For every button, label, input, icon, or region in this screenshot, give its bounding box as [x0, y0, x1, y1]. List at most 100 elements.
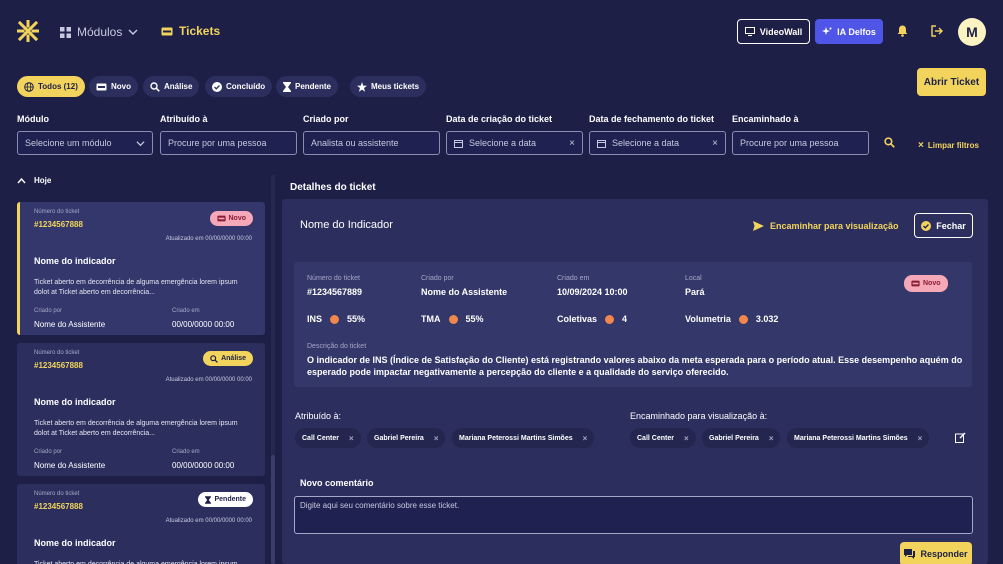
chat-icon [904, 549, 916, 559]
search-icon [150, 81, 160, 92]
comentario-textarea[interactable]: Digite aqui seu comentário sobre esse ti… [294, 496, 973, 534]
chevron-up-icon [17, 177, 26, 184]
atribuido-label: Atribuído à: [295, 411, 342, 421]
chip-label: Análise [164, 82, 193, 91]
modulo-select[interactable]: Selecione um módulo [17, 131, 153, 155]
metric-dot [605, 314, 615, 324]
limpar-filtros-button[interactable]: × Limpar filtros [918, 140, 979, 151]
ticket-card[interactable]: Número do ticket #1234567888 Análise Atu… [17, 343, 265, 476]
globe-icon [24, 81, 34, 92]
comentario-placeholder: Digite aqui seu comentário sobre esse ti… [300, 501, 460, 510]
metric-dot [448, 314, 458, 324]
chevron-down-icon [128, 27, 138, 37]
edit-icon[interactable] [955, 432, 966, 443]
info-num: #1234567889 [307, 287, 363, 297]
status-badge: Novo [209, 211, 253, 226]
created-at: 00/00/0000 00:00 [172, 461, 235, 470]
videowall-button[interactable]: VideoWall [737, 19, 810, 44]
atribuido-input[interactable]: Procure por uma pessoa [160, 131, 297, 155]
created-by-label: Criado por [34, 308, 63, 314]
list-scrollbar-thumb[interactable] [271, 455, 275, 564]
chip-meus-tickets[interactable]: Meus tickets [350, 76, 427, 97]
ticket-card[interactable]: Número do ticket #1234567888 Pendente At… [17, 484, 265, 564]
metric-tma: TMA 55% [421, 314, 484, 324]
search-icon[interactable] [884, 137, 895, 148]
assignee-chip[interactable]: Mariana Peterossi Martins Simões × [452, 428, 595, 448]
tickets-nav[interactable]: Tickets [161, 24, 220, 38]
ticket-number-label: Número do ticket [34, 209, 80, 215]
forwarded-chip[interactable]: Call Center × [630, 428, 696, 448]
logout-icon[interactable] [931, 25, 943, 37]
app-logo[interactable] [17, 20, 39, 42]
created-at-label: Criado em [172, 308, 200, 314]
check-circle-icon [212, 81, 222, 92]
bell-icon[interactable] [897, 25, 908, 37]
clear-icon[interactable]: × [569, 138, 575, 149]
ticket-number: #1234567888 [34, 502, 83, 511]
ticket-title: Nome do indicador [34, 256, 116, 266]
remove-icon[interactable]: × [684, 434, 689, 443]
check-circle-icon [921, 220, 932, 231]
chip-pendente[interactable]: Pendente [276, 76, 339, 97]
remove-icon[interactable]: × [918, 434, 923, 443]
clear-icon[interactable]: × [712, 138, 718, 149]
remove-icon[interactable]: × [434, 434, 439, 443]
criado-input[interactable]: Analista ou assistente [303, 131, 440, 155]
data-criacao-input[interactable]: Selecione a data × [446, 131, 583, 155]
data-criacao-filter-label: Data de criação do ticket [446, 114, 553, 124]
close-icon: × [918, 140, 924, 151]
ticket-description: Ticket aberto em decorrência de alguma e… [34, 279, 238, 296]
ticket-card[interactable]: Número do ticket #1234567888 Novo Atuali… [17, 202, 265, 335]
status-badge: Novo [904, 275, 948, 292]
forwarded-chip[interactable]: Mariana Peterossi Martins Simões × [787, 428, 930, 448]
data-criacao-placeholder: Selecione a data [469, 138, 537, 148]
chip-concluido[interactable]: Concluído [205, 76, 273, 97]
forwarded-chip[interactable]: Gabriel Pereira × [702, 428, 781, 448]
data-fechamento-input[interactable]: Selecione a data × [589, 131, 726, 155]
ticket-icon [161, 27, 173, 36]
card-icon [911, 280, 920, 287]
remove-icon[interactable]: × [769, 434, 774, 443]
updated-at: Atualizado em 00/00/0000 00:00 [165, 236, 252, 242]
created-by: Nome do Assistente [34, 461, 106, 470]
videowall-label: VideoWall [759, 26, 803, 37]
criado-placeholder: Analista ou assistente [311, 138, 399, 148]
tickets-label: Tickets [179, 24, 221, 38]
hourglass-icon [283, 81, 291, 92]
chip-analise[interactable]: Análise [143, 76, 200, 97]
metric-value: 3.032 [755, 314, 779, 324]
ia-delfos-button[interactable]: IA Delfos [815, 19, 883, 44]
sparkle-icon [822, 26, 832, 37]
fechar-button[interactable]: Fechar [914, 213, 973, 238]
encaminhado-label: Encaminhado para visualização à: [630, 411, 768, 421]
abrir-ticket-button[interactable]: Abrir Ticket [917, 68, 986, 96]
remove-icon[interactable]: × [583, 434, 588, 443]
ticket-number: #1234567888 [34, 220, 83, 229]
data-fechamento-filter-label: Data de fechamento do ticket [589, 114, 715, 124]
chip-novo[interactable]: Novo [89, 76, 138, 97]
ticket-title: Nome do indicador [34, 538, 116, 548]
encaminhar-label: Encaminhar para visualização [770, 221, 899, 231]
grid-icon [60, 26, 71, 38]
detail-section-title: Detalhes do ticket [290, 182, 376, 193]
responder-button[interactable]: Responder [900, 542, 972, 564]
avatar[interactable]: M [958, 18, 986, 46]
chip-label: Mariana Peterossi Martins Simões [459, 434, 573, 442]
ticket-title: Nome do indicador [34, 397, 116, 407]
info-local-label: Local [685, 275, 702, 282]
calendar-icon [454, 139, 463, 148]
encaminhar-button[interactable]: Encaminhar para visualização [753, 221, 899, 231]
group-toggle-hoje[interactable]: Hoje [17, 176, 51, 185]
chip-label: Gabriel Pereira [709, 434, 759, 442]
chip-todos[interactable]: Todos (12) [17, 76, 85, 97]
assignee-chip[interactable]: Call Center × [295, 428, 361, 448]
status-badge: Análise [203, 351, 253, 366]
encaminhado-input[interactable]: Procure por uma pessoa [732, 131, 869, 155]
metric-dot [330, 314, 340, 324]
remove-icon[interactable]: × [349, 434, 354, 443]
assignee-chip[interactable]: Gabriel Pereira × [367, 428, 446, 448]
modulos-menu[interactable]: Módulos [60, 24, 138, 40]
ticket-description-text: O indicador de INS (Índice de Satisfação… [307, 355, 963, 377]
metric-label: Coletivas [557, 314, 598, 324]
ticket-number-label: Número do ticket [34, 491, 80, 497]
